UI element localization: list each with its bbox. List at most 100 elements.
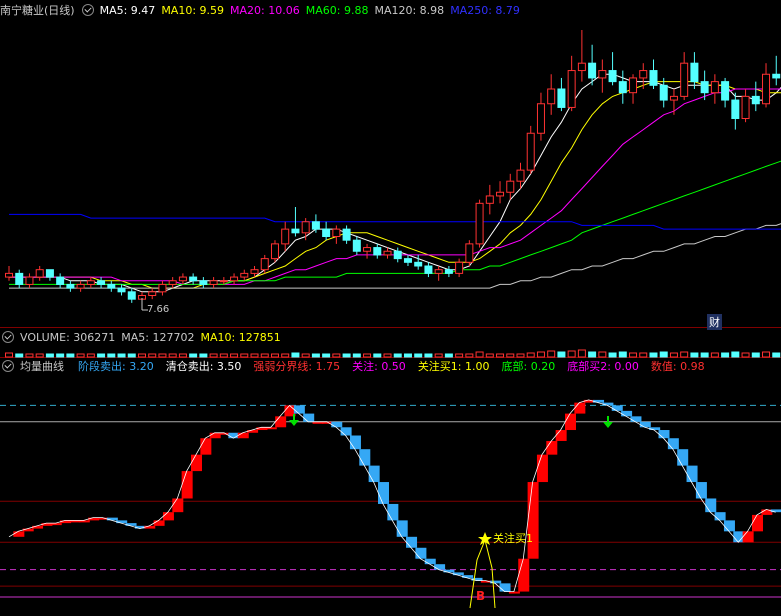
curve-title: 均量曲线: [20, 360, 64, 373]
curve-segment: [658, 430, 670, 439]
volume-bar: [35, 353, 44, 358]
down-arrow-icon: [603, 416, 613, 428]
curve-indicators: 阶段卖出: 3.20 清仓卖出: 3.50 强弱分界线: 1.75 关注: 0.50 关…: [70, 360, 717, 373]
volume-bar: [311, 353, 320, 358]
candle-body: [414, 261, 423, 267]
candle-body: [352, 239, 361, 252]
indicator-2: MA20: 10.06: [230, 4, 300, 17]
volume-bar: [526, 352, 535, 358]
candle-body: [189, 276, 198, 282]
candle-body: [45, 269, 54, 278]
volume-bar: [649, 352, 658, 358]
curve-indicator-value: 1.75: [315, 360, 341, 373]
curve-indicator-0: 阶段卖出: 3.20: [78, 360, 160, 373]
finance-event-badge[interactable]: 财: [707, 314, 722, 330]
candle-body: [680, 62, 689, 97]
candle-body: [117, 287, 126, 293]
curve-segment: [695, 482, 707, 499]
candle-body: [475, 202, 484, 245]
volume-bar: [577, 349, 586, 358]
curve-segment: [387, 503, 399, 521]
volume-bar: [547, 350, 556, 358]
candle-body: [639, 70, 648, 79]
candle-body: [209, 280, 218, 285]
candle-body: [199, 280, 208, 285]
curve-segment: [686, 465, 698, 483]
volume-bar: [710, 352, 719, 358]
candle-body: [649, 70, 658, 86]
curve-header: 均量曲线 阶段卖出: 3.20 清仓卖出: 3.50 强弱分界线: 1.75 关注: 0…: [0, 359, 723, 375]
candle-body: [158, 283, 167, 293]
ma-line-ma5: [9, 73, 781, 293]
candle-body: [76, 283, 85, 289]
curve-segment: [424, 558, 436, 565]
volume-bar: [383, 353, 392, 358]
curve-indicator-value: 0.98: [680, 360, 705, 373]
candle-body: [721, 81, 730, 101]
curve-segment: [162, 512, 174, 521]
volume-bar: [496, 353, 505, 358]
candle-body: [322, 228, 331, 237]
curve-indicator-3: 关注: 0.50: [352, 360, 412, 373]
candle-body: [762, 73, 771, 105]
volume-bar: [444, 353, 453, 358]
volume-bar: [117, 353, 126, 358]
candle-body: [342, 228, 351, 241]
curve-segment: [705, 498, 717, 513]
curve-segment: [499, 583, 511, 592]
volume-bar: [219, 353, 228, 358]
curve-segment: [368, 465, 380, 483]
candle-body: [168, 280, 177, 285]
candle-body: [35, 269, 44, 278]
settings-toggle-icon[interactable]: [81, 4, 94, 16]
curve-segment: [723, 520, 735, 532]
curve-indicator-label: 关注:: [352, 360, 382, 373]
volume-bar: [250, 353, 259, 358]
settings-toggle-icon[interactable]: [2, 331, 14, 343]
volume-bar: [76, 353, 85, 358]
settings-toggle-icon[interactable]: [2, 360, 14, 372]
candle-body: [526, 132, 535, 171]
curve-indicator-value: 0.00: [614, 360, 639, 373]
ma-line-ma250: [9, 213, 781, 230]
curve-segment: [527, 482, 539, 559]
candle-body: [373, 247, 382, 256]
candle-body: [86, 280, 95, 285]
curve-indicator-value: 1.00: [465, 360, 490, 373]
volume-bar: [97, 353, 106, 358]
candle-body: [230, 276, 239, 282]
price-chart[interactable]: [0, 0, 781, 616]
volume-bar: [465, 353, 474, 358]
curve-segment: [536, 454, 548, 483]
volume-bar: [189, 353, 198, 358]
curve-segment: [714, 512, 726, 521]
volume-bar: [690, 352, 699, 358]
candle-body: [588, 62, 597, 79]
indicator-2: MA10: 127851: [200, 331, 281, 344]
curve-indicator-label: 数值:: [650, 360, 681, 373]
volume-bar: [741, 352, 750, 358]
volume-bar: [629, 352, 638, 358]
curve-indicator-1: 清仓卖出: 3.50: [166, 360, 248, 373]
candle-body: [700, 81, 709, 94]
curve-segment: [172, 498, 184, 513]
candle-body: [383, 250, 392, 256]
candle-body: [127, 291, 136, 300]
volume-bar: [107, 353, 116, 358]
candle-body: [710, 81, 719, 94]
curve-segment: [13, 531, 25, 537]
candle-body: [455, 261, 464, 274]
volume-bar: [66, 353, 75, 358]
volume-bar: [270, 353, 279, 358]
curve-segment: [667, 438, 679, 450]
candle-body: [659, 84, 668, 101]
candle-body: [751, 95, 760, 105]
indicator-1: MA5: 127702: [121, 331, 195, 344]
candle-body: [66, 283, 75, 289]
curve-segment: [378, 482, 389, 504]
curve-segment: [275, 416, 287, 428]
candle-body: [557, 88, 566, 108]
volume-bar: [5, 352, 13, 358]
candle-body: [25, 276, 34, 285]
curve-indicator-5: 底部: 0.20: [502, 360, 562, 373]
